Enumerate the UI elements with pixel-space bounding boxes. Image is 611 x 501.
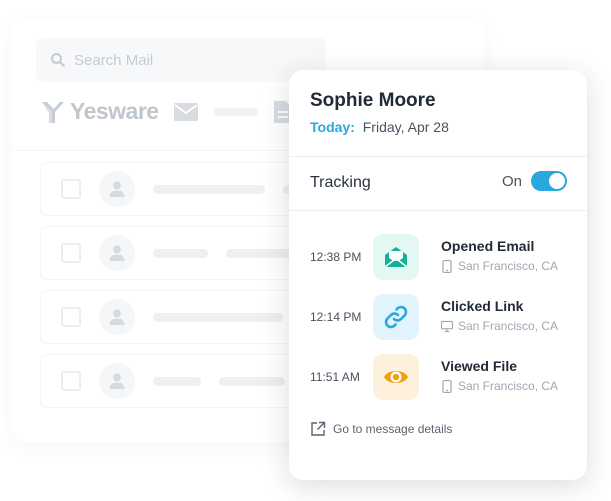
event-time: 12:14 PM — [310, 310, 362, 324]
user-icon — [109, 245, 125, 261]
message-details-link-text: Go to message details — [333, 422, 453, 436]
mobile-device-icon — [442, 259, 452, 273]
event-location: San Francisco, CA — [441, 379, 558, 393]
placeholder-line — [153, 248, 208, 258]
tracking-toggle[interactable] — [531, 171, 567, 191]
toggle-state-label: On — [501, 172, 522, 190]
event-icon-tile — [373, 354, 419, 400]
mobile-device-icon — [442, 379, 452, 393]
search-icon — [51, 53, 66, 68]
user-icon — [109, 181, 125, 197]
event-icon-tile — [373, 234, 419, 280]
placeholder-line — [219, 376, 285, 386]
toolbar-placeholder-bar — [212, 107, 259, 116]
activity-item: 12:38 PM Opened Email San Francisco, CA — [289, 234, 587, 282]
yesware-logo-icon — [42, 101, 64, 123]
placeholder-line — [153, 376, 201, 386]
placeholder-line — [153, 184, 265, 194]
placeholder-line — [226, 248, 292, 258]
event-location: San Francisco, CA — [441, 319, 558, 333]
event-title: Viewed File — [441, 358, 517, 374]
row-checkbox[interactable] — [61, 243, 81, 263]
event-title: Clicked Link — [441, 298, 524, 314]
yesware-logo: Yesware — [40, 98, 159, 125]
event-location-text: San Francisco, CA — [458, 319, 559, 333]
user-icon — [109, 309, 125, 325]
date-value: Friday, Apr 28 — [362, 119, 449, 135]
yesware-logo-text: Yesware — [70, 98, 159, 124]
avatar — [99, 235, 135, 271]
message-details-link[interactable]: Go to message details — [310, 421, 452, 437]
event-title: Opened Email — [441, 238, 535, 254]
tracking-card: Sophie Moore Today: Friday, Apr 28 Track… — [289, 70, 587, 480]
toggle-knob — [549, 173, 565, 189]
avatar — [99, 299, 135, 335]
date-prefix: Today: — [310, 119, 355, 135]
avatar — [99, 363, 135, 399]
external-link-icon — [311, 421, 326, 436]
envelope-open-icon — [384, 247, 408, 268]
event-time: 12:38 PM — [310, 250, 362, 264]
row-checkbox[interactable] — [61, 371, 81, 391]
search-placeholder: Search Mail — [74, 51, 154, 69]
eye-icon — [384, 371, 408, 383]
event-location-text: San Francisco, CA — [458, 259, 559, 273]
date-line: Today: Friday, Apr 28 — [310, 119, 449, 135]
event-location-text: San Francisco, CA — [458, 379, 559, 393]
contact-name: Sophie Moore — [310, 90, 436, 111]
event-time: 11:51 AM — [310, 370, 360, 384]
search-input[interactable]: Search Mail — [36, 38, 326, 82]
card-divider — [289, 156, 587, 157]
event-location: San Francisco, CA — [441, 259, 558, 273]
toolbar: Yesware — [40, 98, 293, 125]
tracking-label: Tracking — [310, 174, 371, 191]
avatar — [99, 171, 135, 207]
row-checkbox[interactable] — [61, 179, 81, 199]
activity-item: 11:51 AM Viewed File San Francisco, CA — [289, 354, 587, 402]
tracking-toggle-group: On — [502, 171, 567, 191]
mail-icon[interactable] — [173, 101, 199, 123]
card-divider — [289, 210, 587, 211]
row-checkbox[interactable] — [61, 307, 81, 327]
desktop-device-icon — [441, 320, 453, 332]
link-icon — [384, 305, 408, 329]
event-icon-tile — [373, 294, 419, 340]
user-icon — [109, 373, 125, 389]
activity-item: 12:14 PM Clicked Link San Francisco, CA — [289, 294, 587, 342]
placeholder-line — [153, 312, 283, 322]
